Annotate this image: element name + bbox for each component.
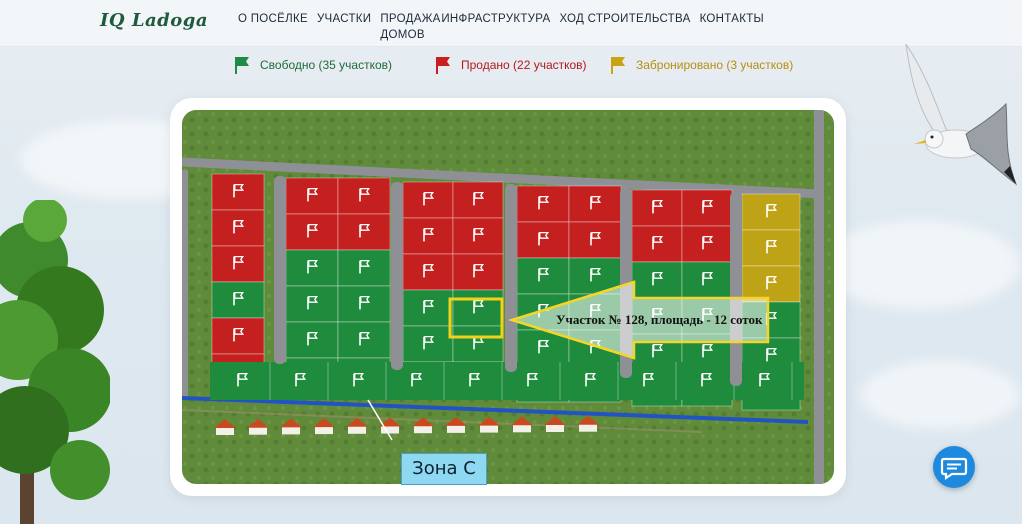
plot-cell[interactable] [631, 225, 683, 263]
plot-cell[interactable] [681, 189, 733, 227]
chat-button[interactable] [933, 446, 975, 488]
tree-decoration [0, 200, 110, 524]
flag-icon [611, 57, 625, 74]
plot-cell[interactable] [402, 217, 454, 255]
plot-cell[interactable] [568, 221, 622, 259]
plot-cell[interactable] [337, 213, 391, 251]
nav-house-sales[interactable]: ПРОДАЖА ДОМОВ [380, 11, 440, 43]
nav-plots[interactable]: УЧАСТКИ [317, 13, 371, 43]
plot-cell[interactable] [568, 185, 622, 223]
flag-icon [235, 57, 249, 74]
legend-sold-label: Продано (22 участков) [461, 58, 587, 72]
flag-icon [436, 57, 450, 74]
plot-cell[interactable] [452, 325, 504, 363]
cloud [820, 220, 1020, 310]
plot-cell[interactable] [285, 177, 339, 215]
zone-label: Зона С [401, 453, 487, 485]
legend-free[interactable]: Свободно (35 участков) [232, 55, 392, 75]
nav-contacts[interactable]: КОНТАКТЫ [700, 13, 764, 43]
plot-cell[interactable] [337, 321, 391, 359]
seagull-decoration [905, 44, 1018, 186]
plot-cell[interactable] [741, 229, 801, 267]
plot-cell[interactable] [402, 253, 454, 291]
site-plan-card [170, 98, 846, 496]
plot-cell[interactable] [211, 173, 265, 211]
plot-cell[interactable] [452, 181, 504, 219]
plot-cell[interactable] [211, 281, 265, 319]
plot-status-legend: Свободно (35 участков) Продано (22 участ… [0, 55, 1022, 79]
plot-cell[interactable] [285, 249, 339, 287]
plot-cell[interactable] [741, 265, 801, 303]
plot-cell[interactable] [402, 181, 454, 219]
plot-cell[interactable] [452, 253, 504, 291]
legend-reserved-label: Забронировано (3 участков) [636, 58, 794, 72]
highlighted-plot-label: Участок № 128, площадь - 12 соток [556, 312, 763, 327]
site-plan-svg [182, 110, 834, 484]
plot-cell[interactable] [402, 289, 454, 327]
plot-cell[interactable] [211, 317, 265, 355]
plot-cell[interactable] [337, 249, 391, 287]
legend-sold[interactable]: Продано (22 участков) [433, 55, 587, 75]
site-plan-map [182, 110, 834, 484]
plot-cell[interactable] [285, 285, 339, 323]
plot-cell[interactable] [337, 177, 391, 215]
plot-cell[interactable] [211, 209, 265, 247]
logo[interactable]: IQ Ladoga [100, 10, 208, 31]
plot-cell[interactable] [516, 257, 570, 295]
plot-cell[interactable] [631, 189, 683, 227]
plot-cell[interactable] [452, 217, 504, 255]
plot-cell[interactable] [337, 285, 391, 323]
plot-cell[interactable] [452, 289, 504, 327]
cloud [860, 360, 1020, 430]
top-navigation-bar: IQ Ladoga О ПОСЁЛКЕ УЧАСТКИ ПРОДАЖА ДОМО… [0, 0, 1022, 47]
legend-reserved[interactable]: Забронировано (3 участков) [608, 55, 793, 75]
plot-cell[interactable] [631, 261, 683, 299]
plot-cell[interactable] [516, 185, 570, 223]
plot-cell[interactable] [211, 245, 265, 283]
plot-cell[interactable] [516, 221, 570, 259]
plot-cell[interactable] [681, 261, 733, 299]
plot-cell[interactable] [681, 225, 733, 263]
legend-free-label: Свободно (35 участков) [260, 58, 393, 72]
nav-about[interactable]: О ПОСЁЛКЕ [238, 13, 308, 43]
plot-cell[interactable] [741, 193, 801, 231]
main-nav: О ПОСЁЛКЕ УЧАСТКИ ПРОДАЖА ДОМОВ ИНФРАСТР… [238, 13, 773, 43]
plot-cell[interactable] [402, 325, 454, 363]
nav-construction-progress[interactable]: ХОД СТРОИТЕЛЬСТВА [559, 13, 690, 43]
nav-infrastructure[interactable]: ИНФРАСТРУКТУРА [441, 13, 550, 43]
plot-cell[interactable] [285, 321, 339, 359]
chat-icon [940, 457, 968, 481]
plot-cell[interactable] [285, 213, 339, 251]
